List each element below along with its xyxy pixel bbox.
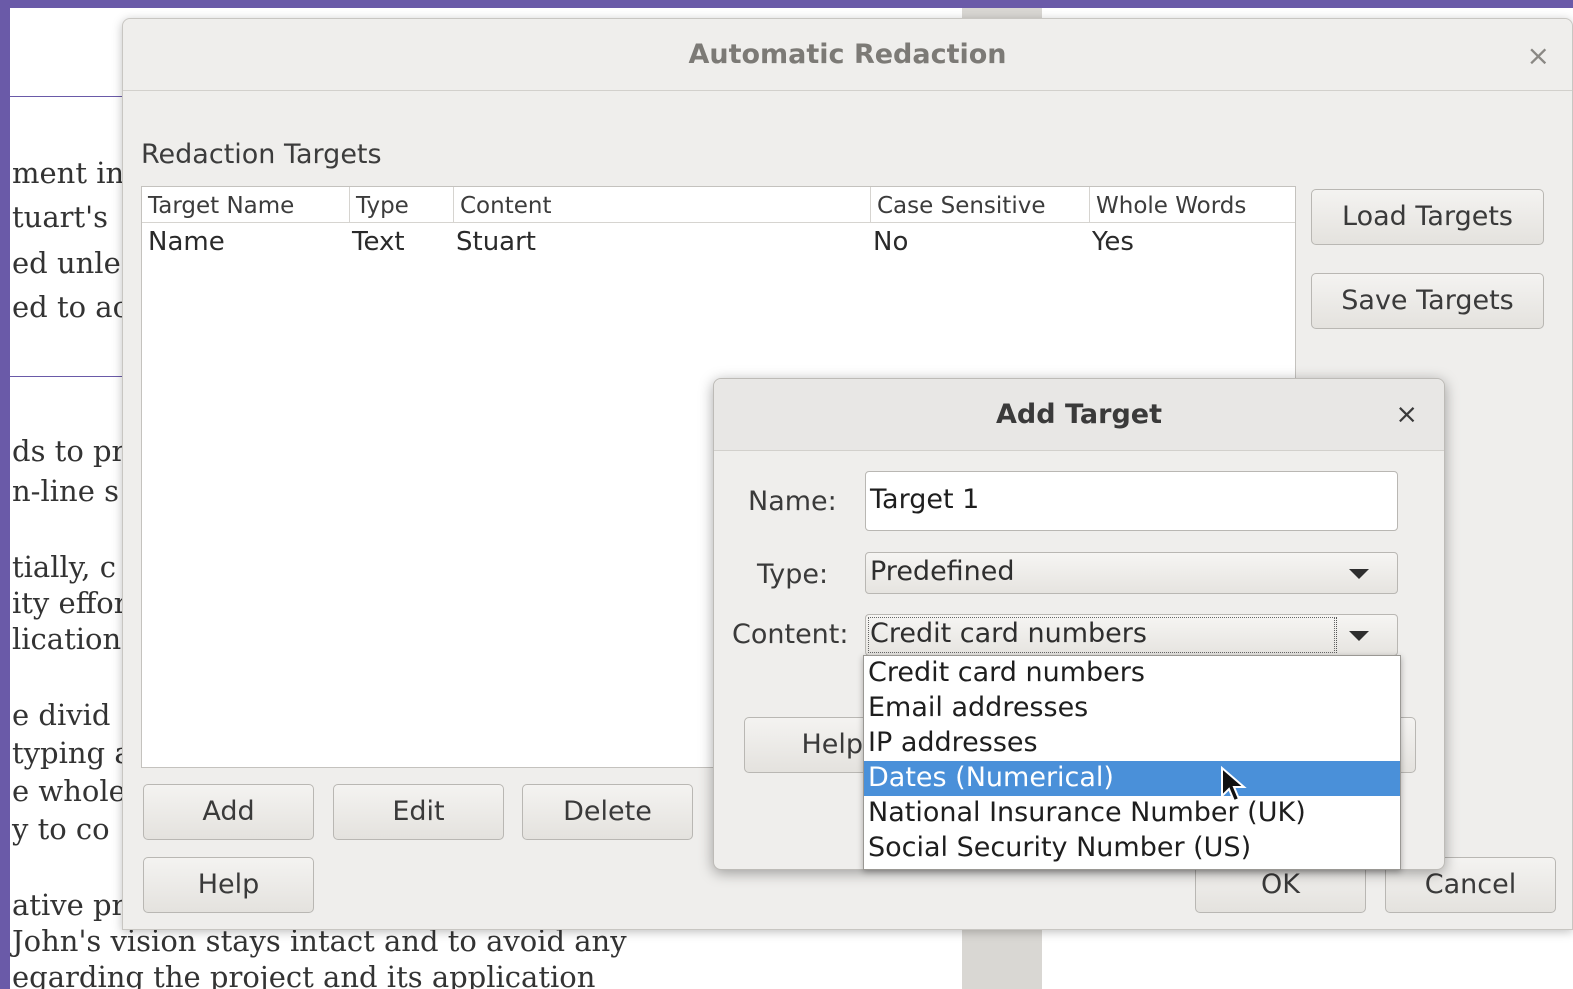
content-dropdown-list[interactable]: Credit card numbers Email addresses IP a…	[863, 655, 1401, 870]
dropdown-option[interactable]: IP addresses	[864, 726, 1400, 761]
doc-line: ative pr	[12, 888, 126, 922]
dialog-title: Automatic Redaction	[688, 39, 1007, 70]
doc-divider	[10, 96, 122, 97]
add-target-title: Add Target	[996, 399, 1162, 430]
type-select-value: Predefined	[870, 556, 1015, 587]
close-icon[interactable]: ×	[1395, 399, 1418, 430]
doc-line: ed to ac	[12, 290, 129, 324]
delete-button[interactable]: Delete	[522, 784, 693, 840]
doc-line: ds to pr	[12, 434, 126, 468]
add-target-header: Add Target ×	[714, 379, 1444, 451]
dropdown-option-highlighted[interactable]: Dates (Numerical)	[864, 761, 1400, 796]
cell-target-name: Name	[148, 227, 225, 257]
cell-whole-words: Yes	[1092, 227, 1134, 257]
load-targets-button[interactable]: Load Targets	[1311, 189, 1544, 245]
name-label: Name:	[748, 486, 837, 517]
doc-line: ity effor	[12, 586, 128, 620]
doc-line: e divid	[12, 698, 111, 732]
add-button[interactable]: Add	[143, 784, 314, 840]
content-label: Content:	[732, 619, 849, 650]
column-header[interactable]: Case Sensitive	[871, 187, 1090, 223]
help-button[interactable]: Help	[143, 857, 314, 913]
type-select[interactable]: Predefined	[865, 552, 1398, 594]
column-header[interactable]: Type	[350, 187, 454, 223]
column-header[interactable]: Target Name	[142, 187, 350, 223]
close-icon[interactable]: ×	[1527, 39, 1550, 72]
dialog-header: Automatic Redaction ×	[123, 19, 1572, 91]
doc-line: n-line s	[12, 474, 119, 508]
dropdown-option[interactable]: National Insurance Number (UK)	[864, 796, 1400, 831]
save-targets-button[interactable]: Save Targets	[1311, 273, 1544, 329]
doc-line: lication	[12, 622, 122, 656]
focus-ring	[868, 617, 1335, 653]
doc-line: y to co	[12, 812, 110, 846]
name-input[interactable]: Target 1	[865, 471, 1398, 531]
dropdown-option[interactable]: Email addresses	[864, 691, 1400, 726]
doc-line: typing a	[12, 736, 132, 770]
cell-content: Stuart	[456, 227, 536, 257]
doc-line: ment in	[12, 156, 125, 190]
content-select[interactable]: Credit card numbers	[865, 614, 1398, 656]
type-label: Type:	[757, 559, 829, 590]
edit-button[interactable]: Edit	[333, 784, 504, 840]
cell-case-sensitive: No	[873, 227, 909, 257]
chevron-down-icon	[1349, 569, 1369, 579]
cell-type: Text	[352, 227, 405, 257]
doc-line: egarding the project and its application	[12, 960, 596, 989]
doc-line: tuart's	[12, 200, 108, 234]
doc-divider	[10, 376, 122, 377]
combo-separator	[1336, 617, 1337, 653]
doc-line: ed unle	[12, 246, 121, 280]
chevron-down-icon	[1349, 631, 1369, 641]
section-label: Redaction Targets	[141, 139, 382, 170]
dropdown-option[interactable]: Credit card numbers	[864, 656, 1400, 691]
doc-line: e whole	[12, 774, 126, 808]
mouse-pointer-icon	[1221, 766, 1247, 803]
column-header[interactable]: Whole Words	[1090, 187, 1295, 223]
doc-line: tially, c	[12, 550, 116, 584]
column-header[interactable]: Content	[454, 187, 871, 223]
help-button[interactable]: Help	[744, 717, 874, 773]
dropdown-option[interactable]: Social Security Number (US)	[864, 831, 1400, 866]
